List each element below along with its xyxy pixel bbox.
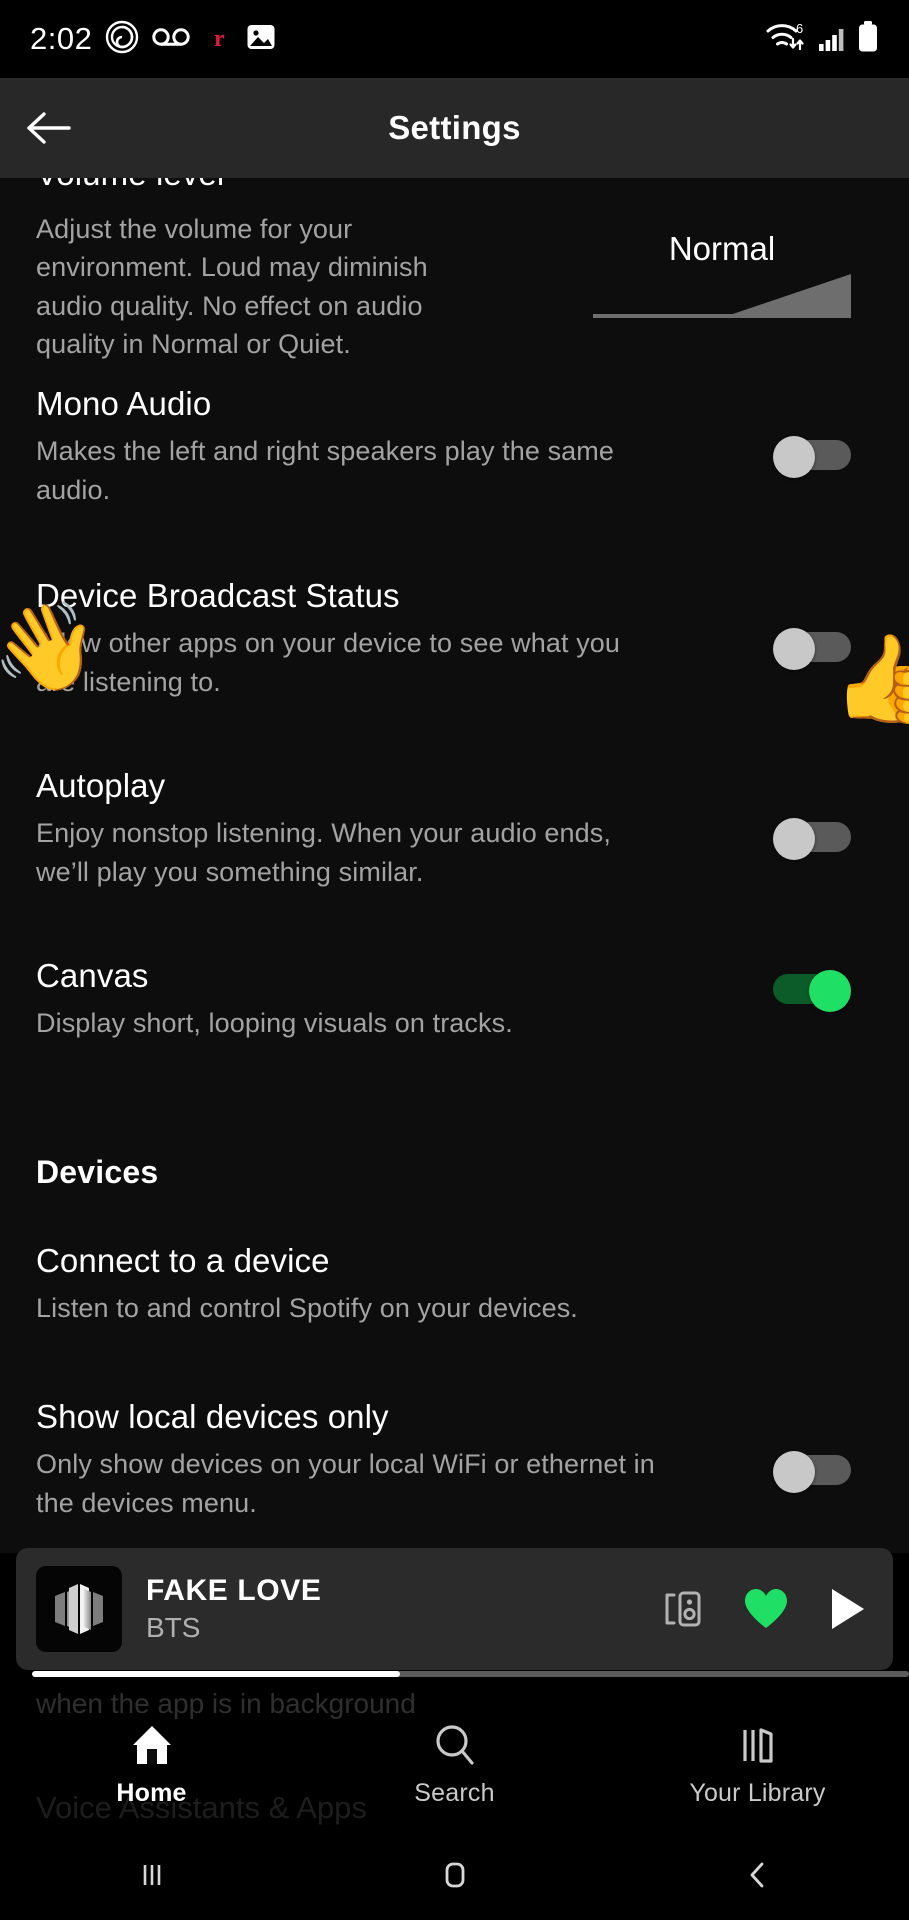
home-icon bbox=[132, 1725, 171, 1764]
connect-to-a-device-description: Listen to and control Spotify on your de… bbox=[36, 1293, 578, 1324]
canvas-toggle[interactable] bbox=[773, 970, 851, 1012]
setting-row-device-broadcast-status[interactable]: Device Broadcast Status Allow other apps… bbox=[36, 576, 873, 722]
spiral-icon bbox=[105, 20, 139, 59]
tab-search[interactable]: Search bbox=[303, 1723, 606, 1808]
device-broadcast-status-title: Device Broadcast Status bbox=[36, 577, 400, 614]
setting-row-volume-level[interactable]: Volume level Adjust the volume for your … bbox=[36, 178, 873, 384]
mono-audio-description: Makes the left and right speakers play t… bbox=[36, 436, 615, 505]
nav-recents-button[interactable] bbox=[0, 1855, 303, 1895]
play-icon bbox=[832, 1589, 864, 1629]
show-local-devices-only-title: Show local devices only bbox=[36, 1398, 389, 1435]
setting-row-autoplay[interactable]: Autoplay Enjoy nonstop listening. When y… bbox=[36, 766, 873, 912]
tab-home[interactable]: Home bbox=[0, 1723, 303, 1808]
mono-audio-toggle[interactable] bbox=[773, 436, 851, 478]
like-button[interactable] bbox=[743, 1588, 789, 1630]
show-local-devices-only-toggle[interactable] bbox=[773, 1451, 851, 1493]
home-square-icon bbox=[445, 1862, 464, 1888]
recents-icon bbox=[143, 1865, 160, 1885]
show-local-devices-only-description: Only show devices on your local WiFi or … bbox=[36, 1449, 655, 1518]
connect-device-button[interactable] bbox=[661, 1587, 705, 1631]
connect-to-a-device-title: Connect to a device bbox=[36, 1242, 330, 1279]
cellular-signal-icon bbox=[818, 22, 848, 57]
status-bar-right: 6 bbox=[765, 20, 879, 59]
nav-home-button[interactable] bbox=[303, 1855, 606, 1895]
library-icon bbox=[742, 1727, 773, 1763]
play-button[interactable] bbox=[827, 1587, 867, 1631]
settings-scroll-area[interactable]: Volume level Adjust the volume for your … bbox=[0, 178, 909, 1553]
album-art[interactable] bbox=[36, 1566, 122, 1652]
tab-your-library-label: Your Library bbox=[689, 1778, 826, 1807]
setting-row-show-local-devices-only[interactable]: Show local devices only Only show device… bbox=[36, 1397, 873, 1547]
devices-section-heading: Devices bbox=[36, 1154, 159, 1190]
autoplay-description: Enjoy nonstop listening. When your audio… bbox=[36, 818, 611, 887]
reddit-icon: r bbox=[205, 23, 234, 55]
tab-your-library[interactable]: Your Library bbox=[606, 1723, 909, 1808]
autoplay-title: Autoplay bbox=[36, 767, 166, 804]
back-chevron-icon bbox=[750, 1862, 763, 1888]
battery-full-icon bbox=[857, 20, 879, 58]
status-bar: 2:02 r 6 bbox=[0, 0, 909, 78]
canvas-title: Canvas bbox=[36, 957, 149, 994]
bts-logo-art bbox=[55, 1584, 103, 1634]
canvas-description: Display short, looping visuals on tracks… bbox=[36, 1008, 513, 1039]
device-broadcast-status-toggle[interactable] bbox=[773, 628, 851, 670]
device-broadcast-status-description: Allow other apps on your device to see w… bbox=[36, 628, 621, 697]
volume-wedge-icon bbox=[593, 274, 851, 318]
now-playing-text: FAKE LOVE BTS bbox=[146, 1574, 661, 1644]
status-bar-left: 2:02 r bbox=[30, 20, 765, 59]
now-playing-progress-bar[interactable] bbox=[32, 1671, 909, 1677]
arrow-left-icon bbox=[27, 112, 71, 144]
connect-device-icon bbox=[665, 1591, 701, 1627]
image-icon bbox=[246, 22, 276, 57]
setting-row-connect-to-a-device[interactable]: Connect to a device Listen to and contro… bbox=[36, 1241, 873, 1353]
app-bar: Settings bbox=[0, 78, 909, 178]
now-playing-bar[interactable]: FAKE LOVE BTS bbox=[16, 1548, 909, 1677]
nav-back-button[interactable] bbox=[606, 1855, 909, 1895]
now-playing-artist: BTS bbox=[146, 1612, 201, 1643]
tab-home-label: Home bbox=[116, 1778, 187, 1807]
volume-level-value: Normal bbox=[668, 230, 776, 267]
volume-level-description: Adjust the volume for your environment. … bbox=[36, 214, 428, 359]
bottom-tab-bar: Home Search Your Library bbox=[0, 1700, 909, 1830]
phone-screen: 2:02 r 6 Settings Adjust the volume for … bbox=[0, 0, 909, 1920]
setting-row-mono-audio[interactable]: Mono Audio Makes the left and right spea… bbox=[36, 384, 873, 530]
back-button[interactable] bbox=[0, 78, 96, 178]
svg-text:6: 6 bbox=[796, 21, 803, 36]
heart-filled-icon bbox=[745, 1589, 787, 1628]
search-icon bbox=[435, 1724, 474, 1765]
android-nav-bar bbox=[0, 1830, 909, 1920]
autoplay-toggle[interactable] bbox=[773, 818, 851, 860]
mono-audio-title: Mono Audio bbox=[36, 385, 212, 422]
page-title: Settings bbox=[388, 109, 521, 146]
volume-level-control[interactable]: Normal bbox=[593, 230, 851, 320]
now-playing-progress-fill bbox=[32, 1671, 401, 1677]
now-playing-controls bbox=[661, 1587, 867, 1631]
now-playing-track-title: FAKE LOVE bbox=[146, 1574, 322, 1607]
settings-list: Volume level Adjust the volume for your … bbox=[0, 178, 909, 1547]
voicemail-icon bbox=[152, 26, 192, 53]
volume-level-title: Volume level bbox=[36, 178, 224, 194]
tab-search-label: Search bbox=[414, 1778, 495, 1807]
wifi-6-icon: 6 bbox=[765, 20, 809, 59]
setting-row-canvas[interactable]: Canvas Display short, looping visuals on… bbox=[36, 956, 873, 1068]
status-bar-clock: 2:02 bbox=[30, 21, 93, 56]
